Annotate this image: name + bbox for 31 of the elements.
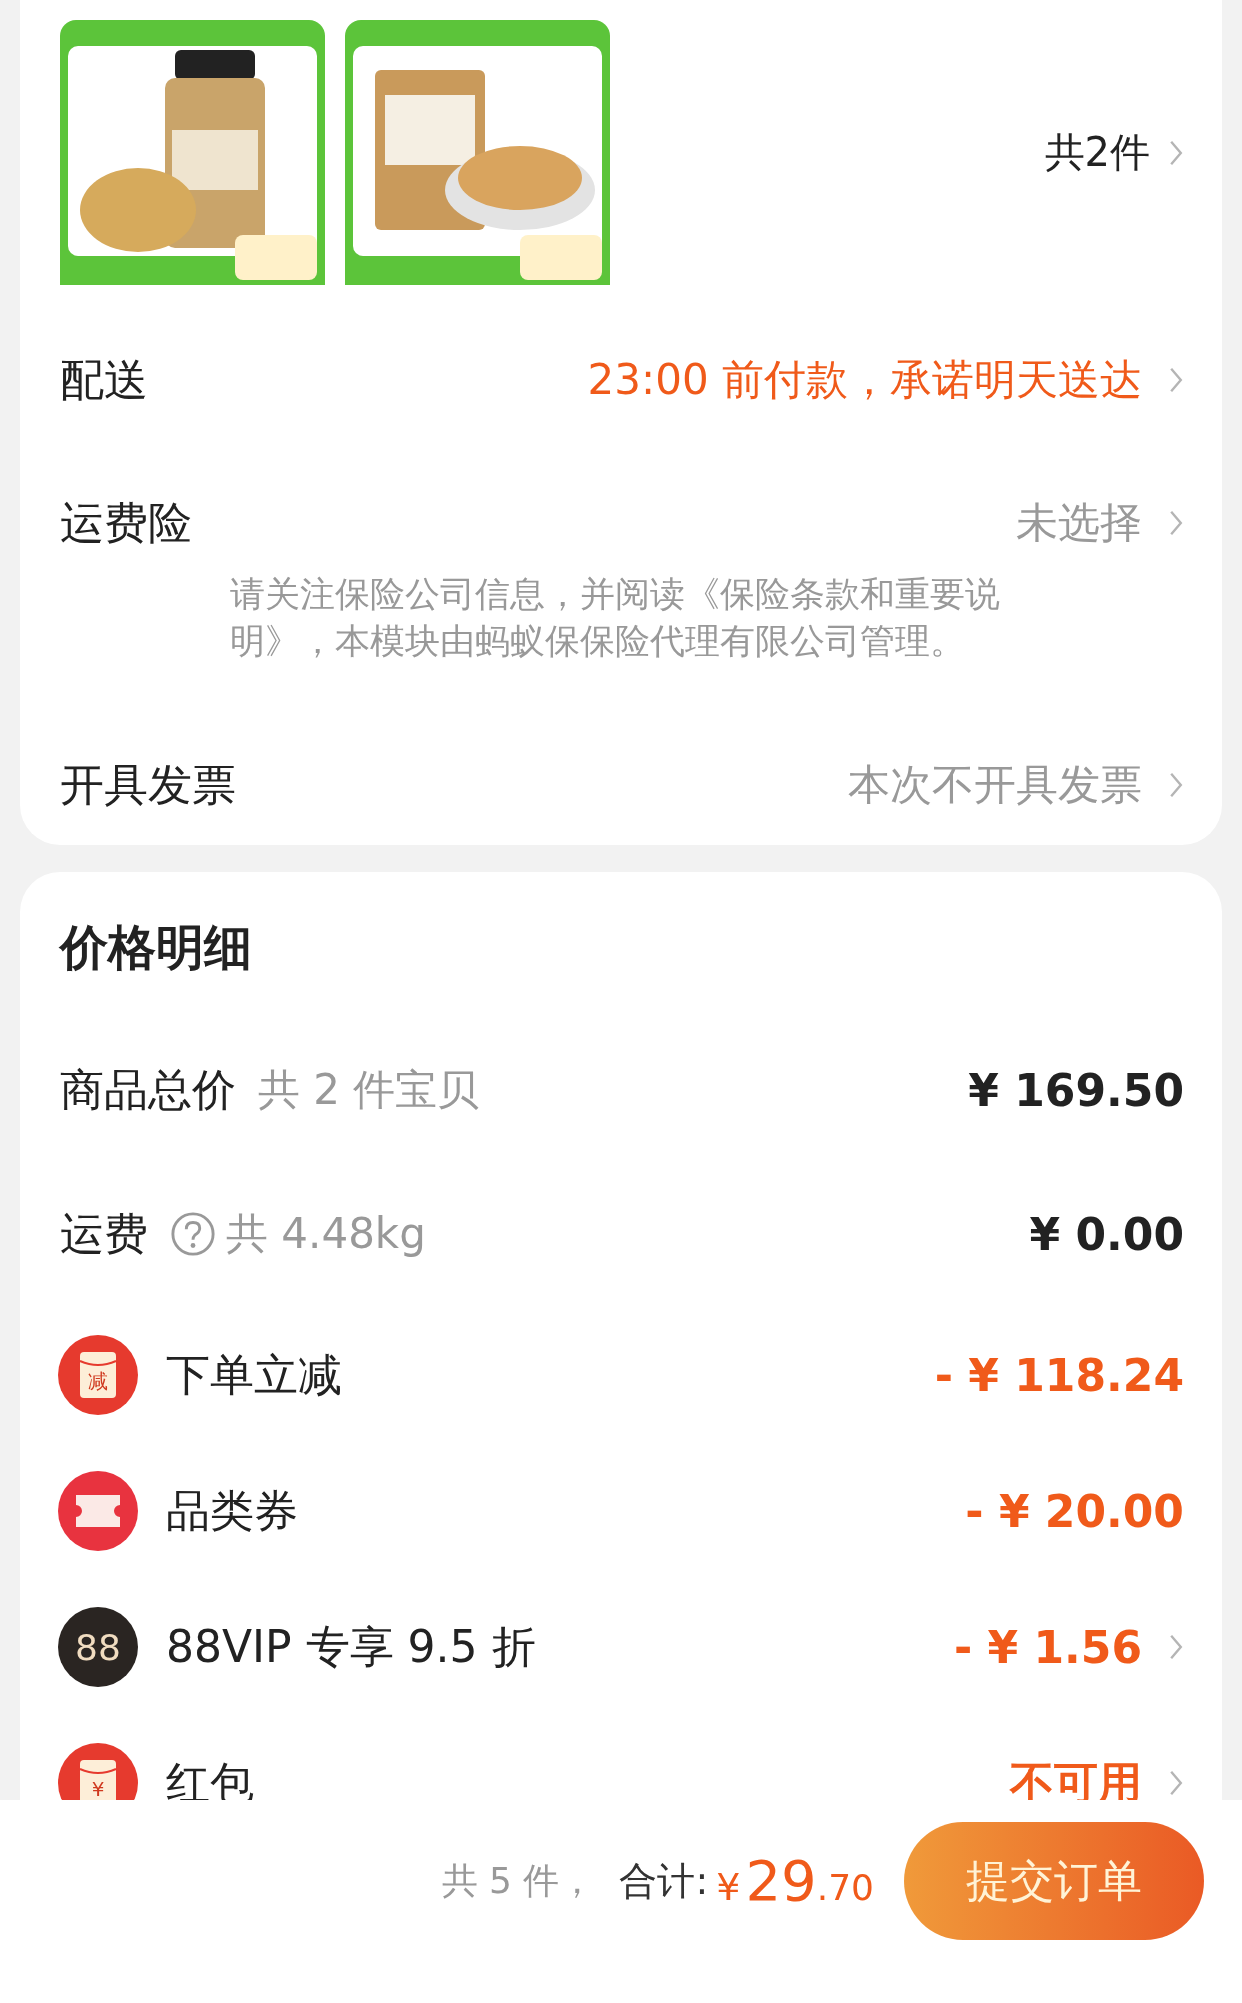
coupon-icon: [58, 1471, 138, 1551]
price-label: 品类券: [166, 1483, 298, 1538]
row-label: 运费险: [60, 495, 192, 550]
price-note: 共 2 件宝贝: [258, 1064, 480, 1116]
price-label: 88VIP 专享 9.5 折: [166, 1619, 536, 1674]
price-label: 运费: [60, 1206, 148, 1261]
price-value: ¥ 0.00: [1029, 1208, 1184, 1260]
row-value-link[interactable]: 本次不开具发票: [848, 757, 1184, 813]
price-value: - ¥ 20.00: [965, 1485, 1184, 1537]
price-value: - ¥ 1.56: [953, 1621, 1142, 1673]
price-label: 下单立减: [166, 1347, 342, 1402]
envelope-icon: 减: [58, 1335, 138, 1415]
total-label: 合计:: [619, 1858, 709, 1905]
row-value-link[interactable]: 23:00 前付款，承诺明天送达: [587, 352, 1184, 408]
price-value: - ¥ 118.24: [934, 1349, 1184, 1401]
total-amount: ¥29.70: [716, 1847, 874, 1915]
price-label: 商品总价: [60, 1062, 236, 1117]
section-title: 价格明细: [60, 918, 253, 977]
total-count: 共 5 件，: [441, 1859, 596, 1903]
help-icon[interactable]: [170, 1211, 216, 1257]
insurance-notice: 请关注保险公司信息，并阅读《保险条款和重要说明》，本模块由蚂蚁保保险代理有限公司管理。: [230, 573, 1001, 663]
vip-badge-icon: 88: [58, 1607, 138, 1687]
chevron-icon[interactable]: [1168, 1768, 1184, 1798]
item-count-link[interactable]: 共2件: [1044, 125, 1184, 180]
row-value-link[interactable]: 未选择: [1016, 495, 1184, 551]
row-label: 配送: [60, 352, 148, 407]
row-label: 开具发票: [60, 757, 236, 812]
submit-order-button[interactable]: 提交订单: [904, 1822, 1204, 1940]
chevron-icon[interactable]: [1168, 1632, 1184, 1662]
price-value: ¥ 169.50: [968, 1064, 1184, 1116]
price-note: 共 4.48kg: [226, 1208, 426, 1260]
